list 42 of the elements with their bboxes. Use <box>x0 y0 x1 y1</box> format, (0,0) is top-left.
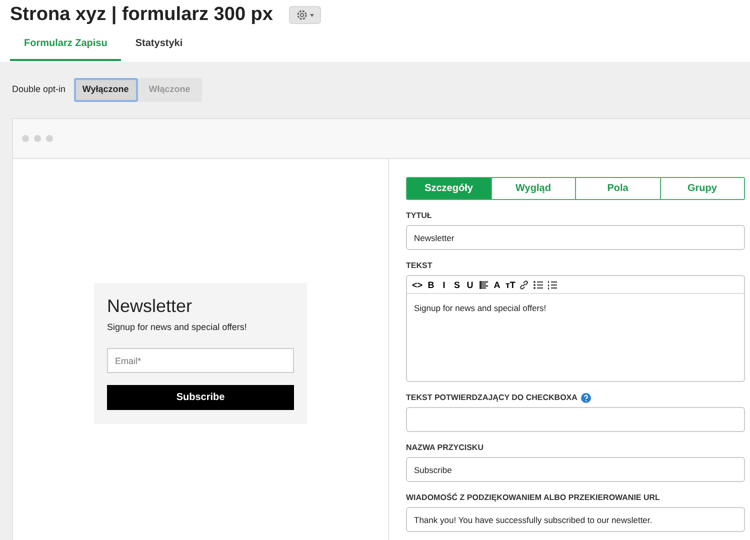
format-button[interactable]: S <box>452 278 462 290</box>
form-text: Signup for news and special offers! <box>107 320 248 334</box>
field-label: NAZWA PRZYCISKU <box>406 442 484 454</box>
subscribe-button[interactable]: Subscribe <box>107 385 294 410</box>
align-icon <box>478 280 489 290</box>
settings-icon <box>296 9 308 21</box>
format-button[interactable] <box>533 280 544 290</box>
toggle-option[interactable]: Wyłączone <box>74 78 138 102</box>
field-label: WIADOMOŚĆ Z PODZIĘKOWANIEM ALBO PRZEKIEROWANIE URL <box>406 492 660 504</box>
format-button[interactable]: B <box>426 278 436 290</box>
format-button[interactable] <box>478 280 489 290</box>
page-title: Strona xyz | formularz 300 px <box>10 3 273 27</box>
bullet-list-icon <box>533 280 544 290</box>
email-field[interactable]: Email* <box>107 348 294 374</box>
field-label: TYTUŁ <box>406 210 432 222</box>
window-dot <box>22 135 29 142</box>
text-field[interactable]: Subscribe <box>406 457 745 482</box>
double-opt-in-label: Double opt-in <box>12 83 66 96</box>
text-field[interactable]: Newsletter <box>406 225 745 250</box>
window-dot <box>34 135 41 142</box>
form-title: Newsletter <box>107 294 194 317</box>
format-button[interactable]: U <box>466 278 475 290</box>
window-dot <box>46 135 53 142</box>
link-icon <box>519 280 530 290</box>
format-button[interactable]: I <box>440 278 449 290</box>
field-label: TEKST <box>406 260 432 272</box>
tab[interactable]: Statystyki <box>121 30 197 61</box>
numbered-list-icon <box>547 280 558 290</box>
help-icon[interactable] <box>581 393 592 403</box>
format-button[interactable]: A <box>492 278 502 290</box>
format-button[interactable]: тT <box>506 278 516 290</box>
text-editor[interactable]: <> B I S U A тT Signup for news and special offers! <box>406 275 745 382</box>
editor-tab[interactable]: Grupy <box>660 178 744 199</box>
text-field[interactable]: Thank you! You have successfully subscribed to our newsletter. <box>406 507 745 532</box>
caret-icon <box>310 14 314 16</box>
field-label: TEKST POTWIERDZAJĄCY DO CHECKBOXA <box>406 392 578 404</box>
format-button[interactable] <box>519 280 530 290</box>
format-button[interactable]: <> <box>412 278 423 290</box>
text-field[interactable] <box>406 407 745 432</box>
settings-button[interactable] <box>288 6 321 24</box>
format-button[interactable] <box>547 280 558 290</box>
editor-text: Signup for news and special offers! <box>413 302 548 315</box>
